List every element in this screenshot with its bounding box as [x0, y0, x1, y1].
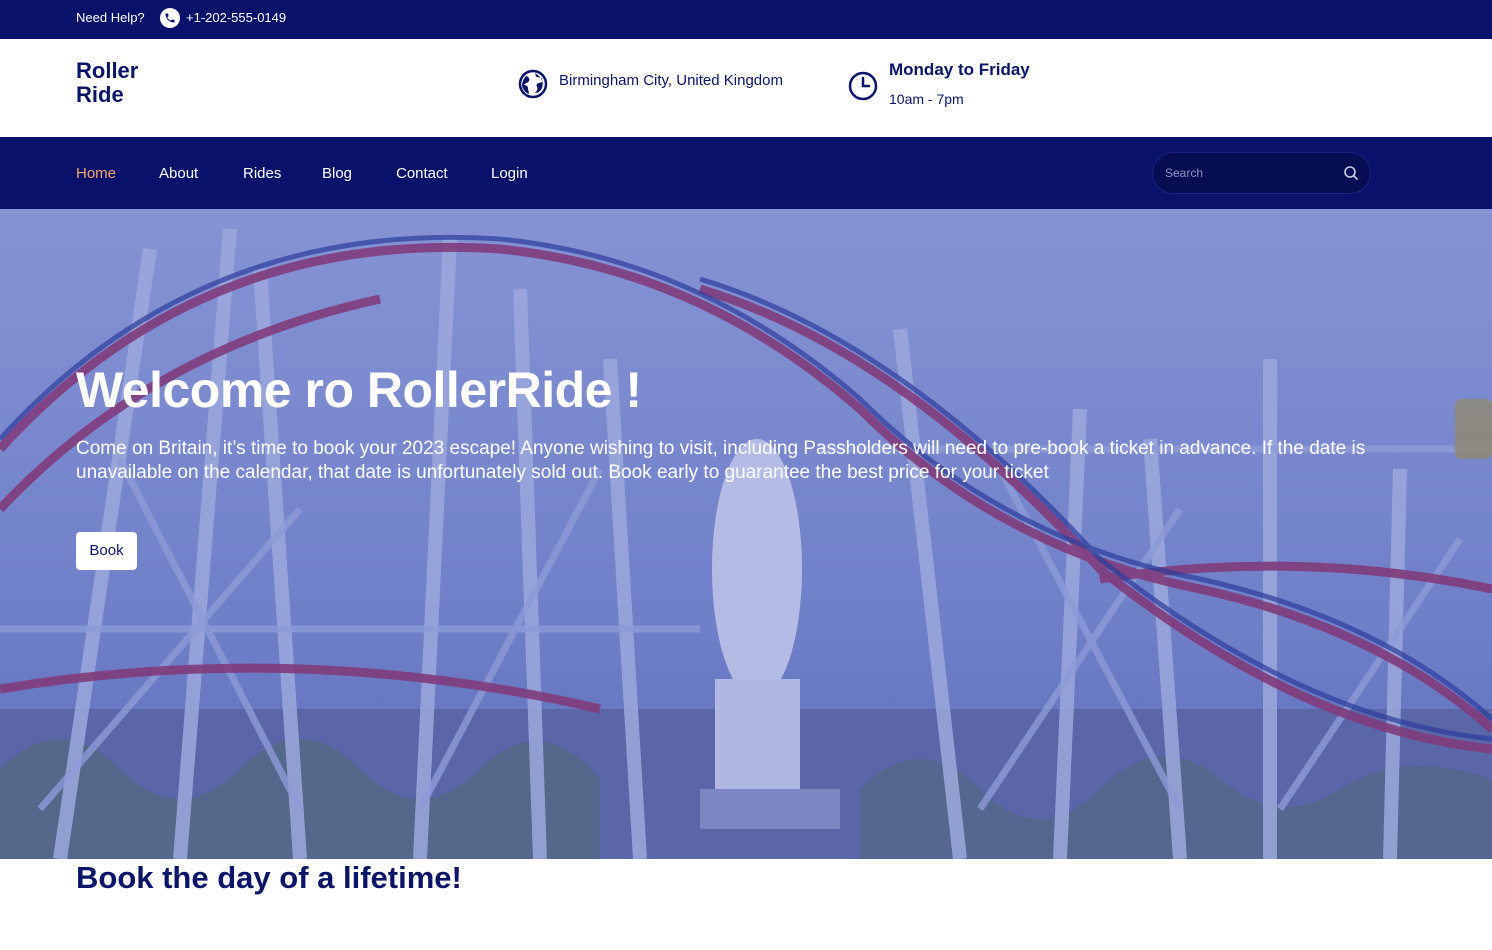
- hours-title: Monday to Friday: [889, 60, 1030, 79]
- hours-time: 10am - 7pm: [889, 91, 964, 107]
- search-input[interactable]: [1165, 163, 1335, 183]
- search-box: [1152, 152, 1371, 194]
- section-tagline: Book the day of a lifetime!: [76, 860, 462, 895]
- nav-item-login[interactable]: Login: [491, 165, 528, 182]
- logo[interactable]: Roller Ride: [76, 59, 166, 107]
- logo-line-2: Ride: [76, 82, 124, 107]
- hero-description: Come on Britain, it’s time to book your …: [76, 438, 1366, 483]
- nav-item-about[interactable]: About: [159, 165, 198, 182]
- nav-item-rides[interactable]: Rides: [243, 165, 281, 182]
- globe-icon: [518, 69, 548, 99]
- main-nav: Home About Rides Blog Contact Login: [0, 137, 1492, 209]
- top-bar: Need Help? +1-202-555-0149: [0, 0, 1492, 39]
- logo-line-1: Roller: [76, 58, 139, 83]
- clock-icon: [848, 71, 878, 101]
- nav-item-home[interactable]: Home: [76, 165, 116, 182]
- hero-banner: Welcome ro RollerRide ! Come on Britain,…: [0, 209, 1492, 859]
- header: Roller Ride Birmingham City, United King…: [0, 39, 1492, 137]
- location-text: Birmingham City, United Kingdom: [559, 72, 783, 89]
- hero-title: Welcome ro RollerRide !: [76, 362, 642, 418]
- roller-coaster-image: [0, 209, 1492, 859]
- need-help-label: Need Help?: [76, 10, 145, 25]
- phone-icon: [160, 8, 180, 28]
- book-button[interactable]: Book: [76, 532, 137, 570]
- phone-link[interactable]: +1-202-555-0149: [186, 10, 286, 25]
- nav-item-contact[interactable]: Contact: [396, 165, 448, 182]
- nav-item-blog[interactable]: Blog: [322, 165, 352, 182]
- search-icon[interactable]: [1343, 165, 1359, 181]
